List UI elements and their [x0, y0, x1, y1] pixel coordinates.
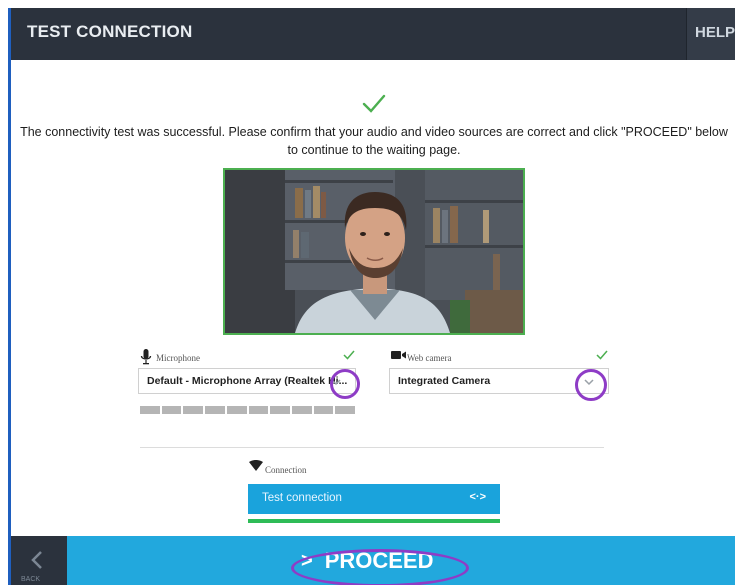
help-button[interactable]: HELP	[686, 8, 735, 60]
header-bar: TEST CONNECTION HELP	[11, 8, 735, 60]
wifi-icon	[249, 460, 263, 471]
microphone-section: Microphone Default - Microphone Array (R…	[138, 348, 356, 394]
level-segment	[270, 406, 290, 414]
microphone-label: Microphone	[156, 353, 200, 363]
level-segment	[226, 406, 247, 414]
help-label: HELP	[695, 24, 735, 41]
level-segment	[291, 406, 312, 414]
microphone-level-meter	[140, 406, 356, 414]
connection-progress-bar	[248, 519, 500, 523]
status-message: The connectivity test was successful. Pl…	[20, 125, 728, 157]
section-divider	[140, 447, 604, 448]
microphone-select[interactable]: Default - Microphone Array (Realtek Hi..…	[138, 368, 356, 394]
back-button[interactable]: BACK	[11, 536, 67, 585]
level-segment	[313, 406, 334, 414]
back-label: BACK	[21, 576, 41, 583]
test-connection-label: Test connection	[262, 492, 342, 504]
level-segment	[335, 406, 356, 414]
person-image	[225, 170, 523, 333]
level-segment	[205, 406, 225, 414]
level-segment	[248, 406, 269, 414]
chevron-left-icon	[31, 551, 42, 569]
webcam-dropdown-highlight	[575, 369, 607, 401]
camera-icon	[391, 351, 406, 359]
level-segment	[161, 406, 182, 414]
microphone-select-value: Default - Microphone Array (Realtek Hi..…	[147, 375, 348, 387]
connection-arrows-icon: <·>	[469, 491, 486, 503]
webcam-select-value: Integrated Camera	[398, 375, 491, 387]
level-segment	[183, 406, 204, 414]
microphone-dropdown-highlight	[330, 369, 360, 399]
level-segment	[140, 406, 160, 414]
video-preview	[223, 168, 525, 335]
connection-label: Connection	[265, 465, 307, 475]
microphone-check-icon	[343, 350, 355, 360]
page-title: TEST CONNECTION	[27, 22, 193, 41]
microphone-label-row: Microphone	[138, 348, 356, 366]
proceed-highlight	[291, 549, 469, 585]
app-window: TEST CONNECTION HELP The connectivity te…	[8, 8, 735, 585]
microphone-icon	[140, 349, 152, 365]
test-connection-button[interactable]: Test connection <·>	[248, 484, 500, 514]
webcam-label: Web camera	[407, 353, 452, 363]
success-check-icon	[362, 94, 386, 113]
webcam-label-row: Web camera	[389, 348, 609, 366]
webcam-check-icon	[596, 350, 608, 360]
